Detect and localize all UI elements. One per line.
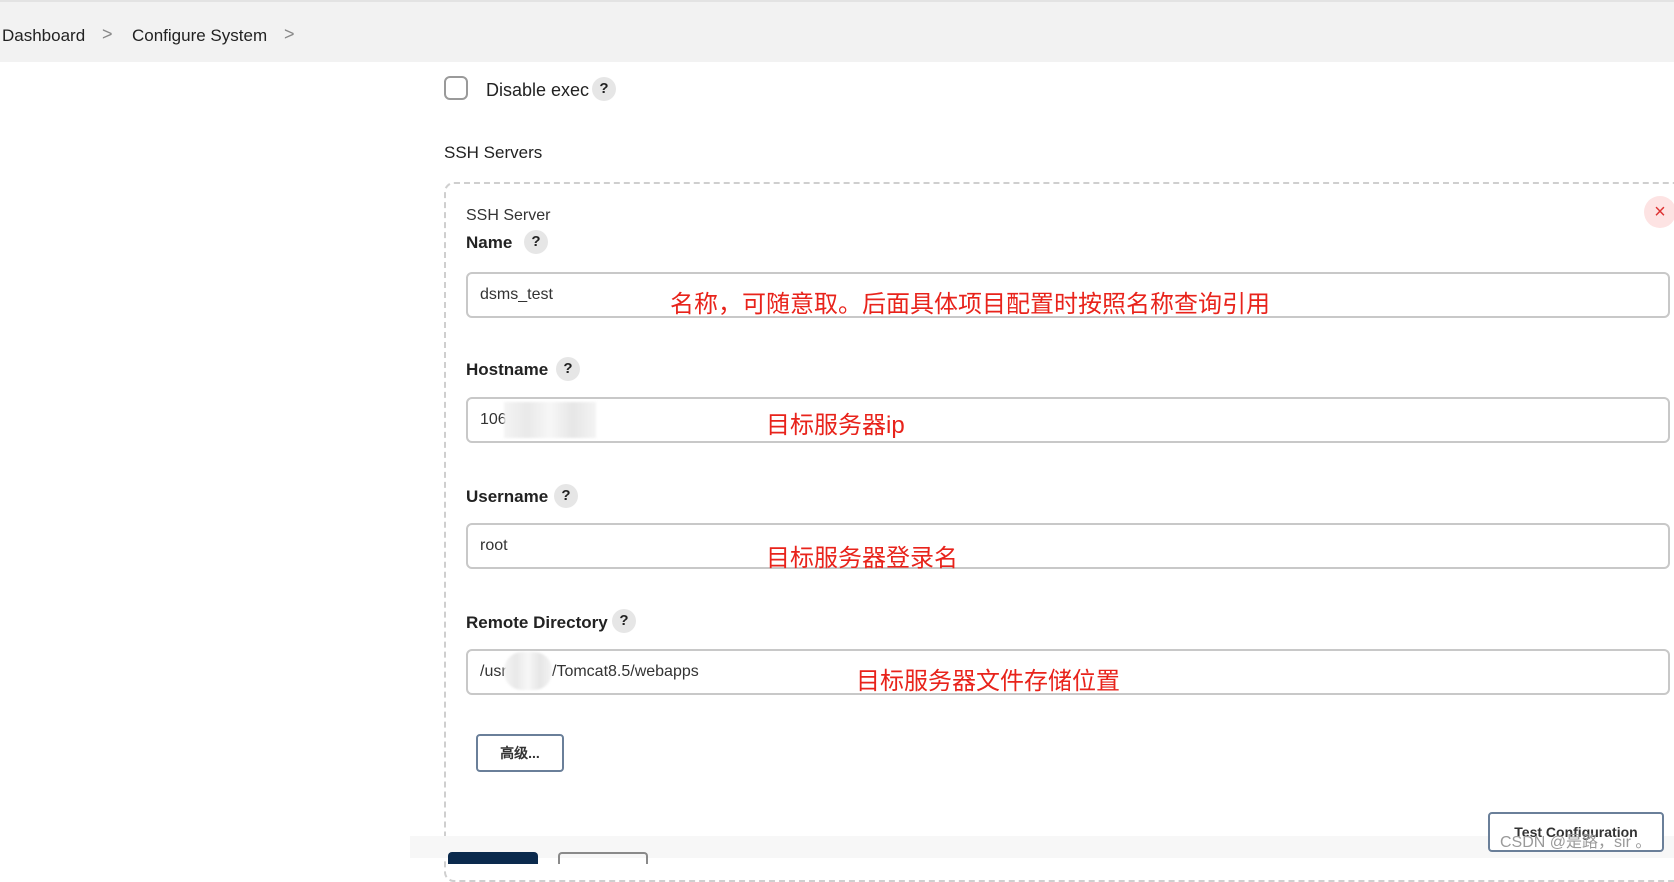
save-button[interactable] — [448, 852, 538, 864]
close-icon[interactable]: × — [1644, 196, 1674, 228]
name-value: dsms_test — [480, 286, 553, 303]
apply-button[interactable] — [558, 852, 648, 864]
help-icon[interactable]: ? — [524, 230, 548, 254]
advanced-button[interactable]: 高级... — [476, 734, 564, 772]
remote-directory-label: Remote Directory — [466, 613, 608, 632]
breadcrumb-bar: Dashboard > Configure System > — [0, 0, 1674, 62]
hostname-label: Hostname — [466, 360, 549, 379]
username-annotation: 目标服务器登录名 — [766, 545, 958, 572]
disable-exec-checkbox[interactable] — [444, 76, 468, 100]
ssh-server-caption: SSH Server — [466, 207, 551, 224]
hostname-annotation: 目标服务器ip — [766, 412, 905, 439]
watermark: CSDN @是路，sir 。 — [1500, 834, 1652, 851]
chevron-right-icon[interactable]: > — [284, 24, 295, 45]
chevron-right-icon: > — [102, 24, 113, 44]
name-annotation: 名称，可随意取。后面具体项目配置时按照名称查询引用 — [670, 291, 1270, 318]
remote-directory-prefix: /usr — [480, 663, 507, 680]
username-value: root — [480, 537, 508, 554]
ssh-servers-title: SSH Servers — [444, 143, 543, 162]
username-input[interactable]: root — [466, 523, 1670, 569]
redacted-blur — [504, 402, 596, 438]
remote-directory-annotation: 目标服务器文件存储位置 — [856, 668, 1120, 695]
help-icon[interactable]: ? — [554, 484, 578, 508]
redacted-blur — [504, 652, 552, 690]
breadcrumb-configure-system[interactable]: Configure System — [132, 26, 267, 46]
help-icon[interactable]: ? — [612, 609, 636, 633]
help-icon[interactable]: ? — [556, 357, 580, 381]
breadcrumb-dashboard[interactable]: Dashboard — [2, 26, 85, 46]
name-label: Name — [466, 233, 513, 252]
username-label: Username — [466, 487, 549, 506]
help-icon[interactable]: ? — [592, 77, 616, 101]
hostname-input[interactable]: 106 — [466, 397, 1670, 443]
disable-exec-label: Disable exec — [486, 80, 590, 100]
remote-directory-suffix: /Tomcat8.5/webapps — [552, 663, 699, 680]
hostname-value: 106 — [480, 411, 507, 428]
